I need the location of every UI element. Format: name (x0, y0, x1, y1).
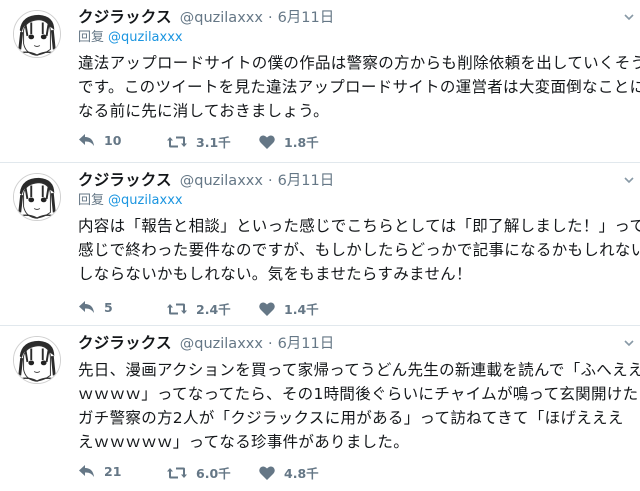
avatar[interactable] (13, 336, 61, 384)
retweet-count: 3.1千 (196, 135, 231, 150)
tweet-date[interactable]: 6月11日 (278, 170, 335, 192)
author-name[interactable]: クジラックス (78, 169, 172, 191)
reply-arrow-icon (79, 134, 94, 146)
retweet-icon (167, 303, 187, 314)
retweet-icon (167, 136, 187, 147)
reply-arrow-icon (79, 301, 94, 313)
tweet-text: 先日、漫画アクションを買って家帰ってうどん先生の新連載を読んで「ふへえええ ｗｗ… (78, 358, 640, 454)
retweet-button[interactable]: 2.4千 (166, 299, 231, 318)
reply-to-link[interactable]: @quzilaxxx (108, 30, 183, 45)
tweet-text-line: 感じで終わった要件なのですが、もしかしたらどっかで記事になるかもしれない (78, 241, 640, 259)
reply-count: 5 (104, 299, 113, 315)
like-button[interactable]: 1.4千 (258, 299, 319, 318)
tweet[interactable]: クジラックス @quzilaxxx · 6月11日 回复 @quzilaxxx 内… (0, 163, 640, 326)
chevron-down-icon[interactable] (624, 14, 634, 24)
author-handle[interactable]: @quzilaxxx (180, 170, 263, 192)
tweet-text: 違法アップロードサイトの僕の作品は警察の方からも削除依頼を出していくそう です。… (78, 51, 640, 123)
separator: · (267, 173, 273, 189)
like-count: 1.4千 (284, 302, 319, 317)
tweet[interactable]: クジラックス @quzilaxxx · 6月11日 先日、漫画アクションを買って… (0, 326, 640, 491)
tweet-text-line: ガチ警察の方2人が「クジラックスに用がある」って訪ねてきて「ほげえええ (78, 409, 624, 427)
tweet-text-line: です。このツイートを見た違法アップロードサイトの運営者は大変面倒なことに (78, 78, 640, 96)
tweet-header: クジラックス @quzilaxxx · 6月11日 (78, 6, 628, 28)
tweet-date[interactable]: 6月11日 (278, 333, 335, 355)
avatar[interactable] (13, 173, 61, 221)
author-handle[interactable]: @quzilaxxx (180, 333, 263, 355)
tweet-text-line: なる前に先に消しておきましょう。 (78, 102, 329, 120)
tweet-text-line: 違法アップロードサイトの僕の作品は警察の方からも削除依頼を出していくそう (78, 54, 640, 72)
reply-context: 回复 @quzilaxxx (78, 192, 628, 210)
avatar-image (14, 11, 60, 57)
heart-icon (259, 301, 275, 316)
retweet-icon (167, 467, 187, 478)
like-button[interactable]: 1.8千 (258, 132, 319, 151)
separator: · (267, 10, 273, 26)
reply-count: 21 (104, 463, 122, 479)
reply-context: 回复 @quzilaxxx (78, 29, 628, 47)
reply-button[interactable]: 5 (78, 299, 113, 315)
reply-label: 回复 (78, 193, 105, 208)
like-button[interactable]: 4.8千 (258, 463, 319, 482)
reply-arrow-icon (79, 465, 94, 477)
tweet-timeline: クジラックス @quzilaxxx · 6月11日 回复 @quzilaxxx 違… (0, 0, 640, 491)
retweet-count: 2.4千 (196, 302, 231, 317)
tweet-header: クジラックス @quzilaxxx · 6月11日 (78, 332, 628, 354)
tweet-text-line: えｗｗｗｗｗ」ってなる珍事件がありました。 (78, 433, 410, 451)
like-count: 4.8千 (284, 466, 319, 481)
reply-to-link[interactable]: @quzilaxxx (108, 193, 183, 208)
tweet-content: クジラックス @quzilaxxx · 6月11日 先日、漫画アクションを買って… (78, 332, 640, 454)
heart-icon (259, 134, 275, 149)
author-name[interactable]: クジラックス (78, 332, 172, 354)
reply-count: 10 (104, 132, 122, 148)
tweet-content: クジラックス @quzilaxxx · 6月11日 回复 @quzilaxxx 違… (78, 6, 640, 123)
tweet-text-line: 内容は「報告と相談」といった感じでこちらとしては「即了解しました！」って (78, 217, 640, 235)
tweet-text-line: しならないかもしれない。気をもませたらすみません！ (78, 265, 472, 283)
avatar-image (14, 337, 60, 383)
tweet-text: 内容は「報告と相談」といった感じでこちらとしては「即了解しました！」って 感じで… (78, 214, 640, 286)
like-count: 1.8千 (284, 135, 319, 150)
reply-button[interactable]: 21 (78, 463, 121, 479)
heart-icon (259, 465, 275, 480)
reply-button[interactable]: 10 (78, 132, 121, 148)
avatar-image (14, 174, 60, 220)
chevron-down-icon[interactable] (624, 340, 634, 350)
author-handle[interactable]: @quzilaxxx (180, 7, 263, 29)
reply-label: 回复 (78, 30, 105, 45)
author-name[interactable]: クジラックス (78, 6, 172, 28)
retweet-count: 6.0千 (196, 466, 231, 481)
retweet-button[interactable]: 3.1千 (166, 132, 231, 151)
chevron-down-icon[interactable] (624, 177, 634, 187)
tweet-header: クジラックス @quzilaxxx · 6月11日 (78, 169, 628, 191)
tweet-text-line: 先日、漫画アクションを買って家帰ってうどん先生の新連載を読んで「ふへえええ (78, 361, 640, 379)
avatar[interactable] (13, 10, 61, 58)
retweet-button[interactable]: 6.0千 (166, 463, 231, 482)
tweet-text-line: ｗｗｗｗ」ってなってたら、その1時間後ぐらいにチャイムが鳴って玄関開けたら (78, 385, 640, 403)
tweet-date[interactable]: 6月11日 (278, 7, 335, 29)
tweet-content: クジラックス @quzilaxxx · 6月11日 回复 @quzilaxxx 内… (78, 169, 640, 286)
tweet[interactable]: クジラックス @quzilaxxx · 6月11日 回复 @quzilaxxx 違… (0, 0, 640, 163)
separator: · (267, 336, 273, 352)
